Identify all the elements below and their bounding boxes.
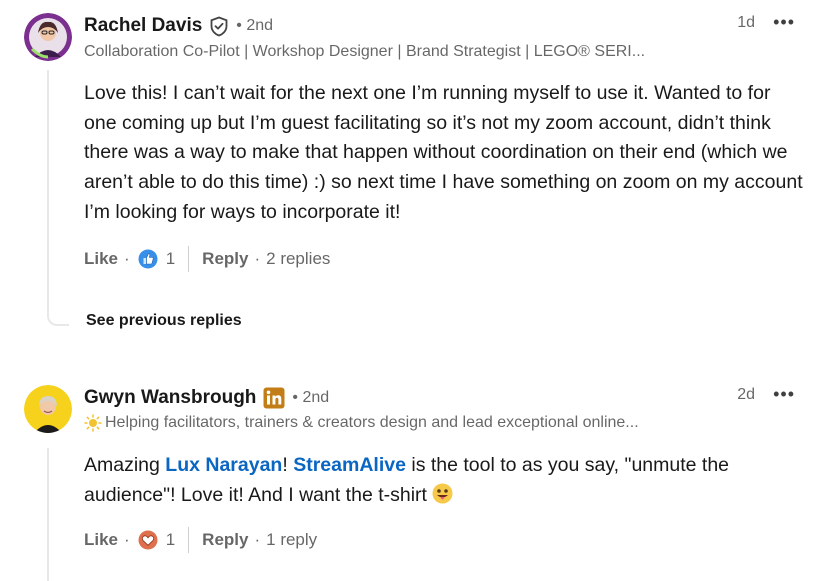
body-text-part: Amazing <box>84 454 166 476</box>
separator: · <box>254 530 261 549</box>
see-previous-replies-button[interactable]: See previous replies <box>86 312 242 330</box>
more-options-button[interactable]: ••• <box>773 384 795 405</box>
author-headline: Collaboration Co-Pilot | Workshop Design… <box>84 43 646 60</box>
replies-count[interactable]: 1 reply <box>266 530 317 550</box>
avatar[interactable] <box>24 13 72 61</box>
body-text-part: ! <box>282 454 294 476</box>
reply-button[interactable]: Reply <box>202 530 248 550</box>
author-row: Rachel Davis • 2nd <box>84 13 273 39</box>
connection-degree: • 2nd <box>292 389 330 406</box>
divider <box>188 527 190 553</box>
comment-actions: Like · 1 Reply · 1 reply <box>84 527 317 553</box>
thread-line <box>47 448 49 581</box>
separator: · <box>124 249 130 268</box>
author-headline: Helping facilitators, trainers & creator… <box>84 414 714 432</box>
more-options-button[interactable]: ••• <box>773 12 795 33</box>
author-row: Gwyn Wansbrough • 2nd <box>84 385 329 411</box>
thread-curve <box>47 310 69 326</box>
connection-degree: • 2nd <box>236 17 274 34</box>
comment-body: Amazing Lux Narayan! StreamAlive is the … <box>84 451 804 513</box>
author-name[interactable]: Gwyn Wansbrough <box>84 387 256 409</box>
thread-line <box>47 70 49 310</box>
mention-link[interactable]: Lux Narayan <box>165 454 282 476</box>
separator: · <box>124 530 130 549</box>
sun-icon <box>84 414 102 432</box>
divider <box>188 246 190 272</box>
replies-count[interactable]: 2 replies <box>266 249 330 269</box>
reaction-count[interactable]: 1 <box>166 530 175 550</box>
timestamp: 2d <box>737 386 755 403</box>
heart-icon[interactable] <box>138 530 158 550</box>
mention-link[interactable]: StreamAlive <box>293 454 406 476</box>
like-button[interactable]: Like <box>84 249 118 269</box>
reply-button[interactable]: Reply <box>202 249 248 269</box>
headline-text: Helping facilitators, trainers & creator… <box>105 414 639 431</box>
separator: · <box>254 249 261 268</box>
author-name[interactable]: Rachel Davis <box>84 15 202 37</box>
reaction-count[interactable]: 1 <box>166 249 175 269</box>
tongue-out-emoji-icon <box>432 483 453 514</box>
avatar[interactable] <box>24 385 72 433</box>
verified-shield-icon <box>209 16 229 37</box>
like-button[interactable]: Like <box>84 530 118 550</box>
comment-actions: Like · 1 Reply · 2 replies <box>84 246 330 272</box>
timestamp: 1d <box>737 14 755 31</box>
thumbs-up-icon[interactable] <box>138 249 158 269</box>
comment-body: Love this! I can’t wait for the next one… <box>84 82 803 223</box>
linkedin-premium-icon <box>263 387 285 409</box>
